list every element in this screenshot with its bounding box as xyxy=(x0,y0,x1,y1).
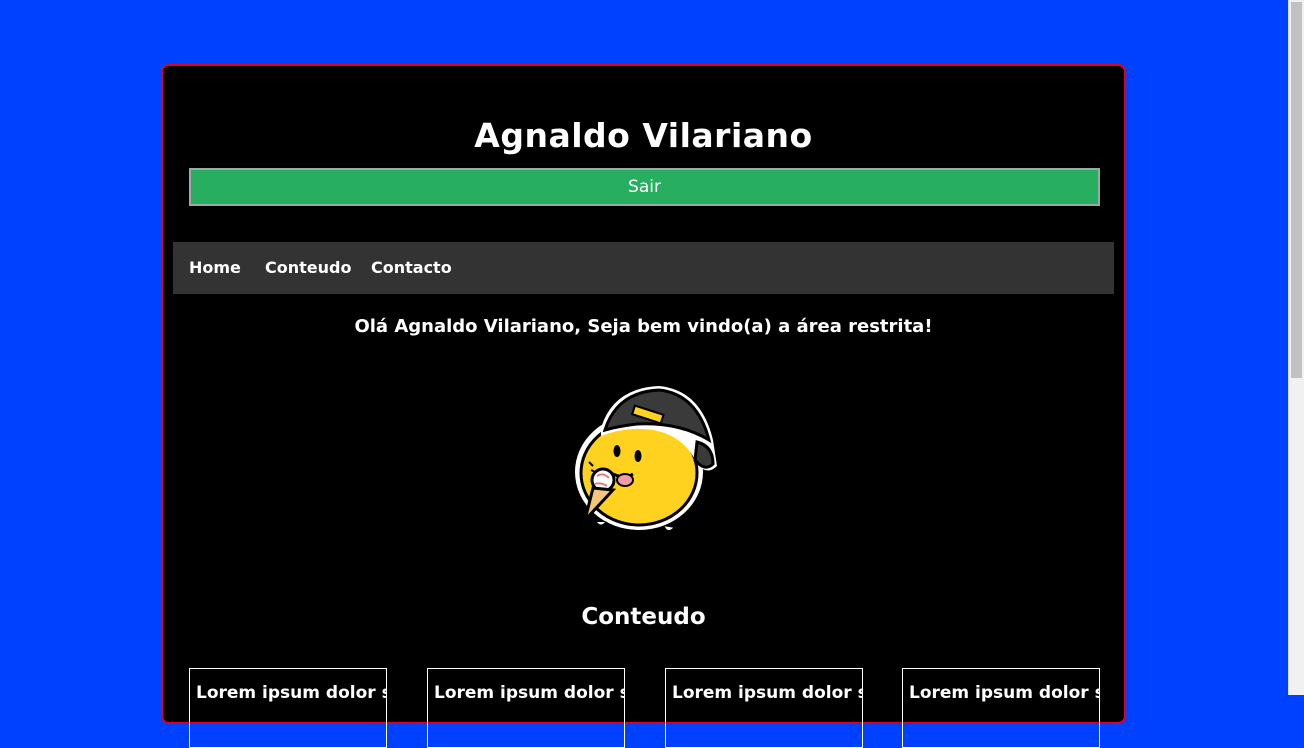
welcome-message: Olá Agnaldo Vilariano, Seja bem vindo(a)… xyxy=(354,316,933,337)
vertical-scrollbar[interactable] xyxy=(1288,0,1304,695)
content-card: Lorem ipsum dolor sit xyxy=(665,668,863,748)
content-card: Lorem ipsum dolor sit xyxy=(427,668,625,748)
site-title: Agnaldo Vilariano xyxy=(474,116,813,155)
content-card: Lorem ipsum dolor sit xyxy=(902,668,1100,748)
nav-item-home[interactable]: Home xyxy=(189,242,241,294)
section-title: Conteudo xyxy=(581,604,706,630)
nav-bar: Home Conteudo Contacto xyxy=(173,242,1114,294)
content-card: Lorem ipsum dolor sit xyxy=(189,668,387,748)
logout-button[interactable]: Sair xyxy=(189,168,1100,206)
scrollbar-thumb[interactable] xyxy=(1291,2,1302,378)
main-panel: Agnaldo Vilariano Sair Home Conteudo Con… xyxy=(161,64,1126,748)
mascot-image xyxy=(575,386,717,533)
nav-item-conteudo[interactable]: Conteudo xyxy=(265,242,351,294)
nav-item-contacto[interactable]: Contacto xyxy=(371,242,452,294)
